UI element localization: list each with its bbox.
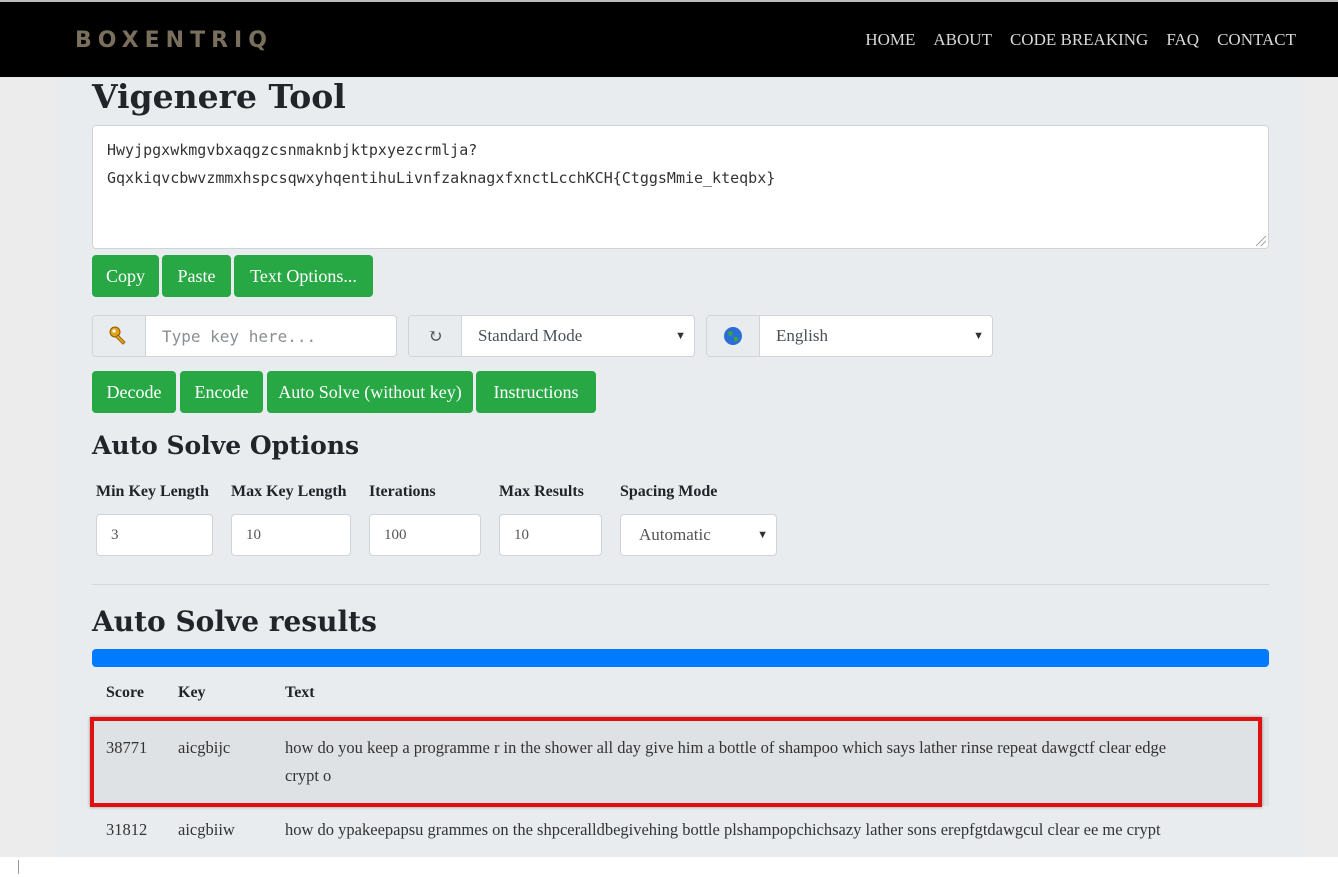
nav-about-link[interactable]: ABOUT [933, 30, 992, 50]
max-results-input[interactable]: 10 [499, 514, 602, 556]
chevron-down-icon: ▼ [973, 330, 984, 342]
column-header-key: Key [178, 684, 206, 701]
chevron-down-icon: ▼ [675, 330, 686, 342]
globe-icon [707, 316, 760, 356]
iterations-label: Iterations [369, 483, 436, 500]
nav-contact-link[interactable]: CONTACT [1217, 30, 1296, 50]
highlight-box [90, 717, 1262, 807]
decode-button[interactable]: Decode [92, 371, 176, 413]
copy-button[interactable]: Copy [92, 255, 159, 297]
main-nav: HOME ABOUT CODE BREAKING FAQ CONTACT [865, 30, 1296, 50]
column-header-text: Text [285, 684, 315, 701]
language-select-group: English ▼ [706, 315, 993, 357]
mode-select-value: Standard Mode [478, 326, 583, 345]
iterations-input[interactable]: 100 [369, 514, 481, 556]
progress-bar-fill [92, 649, 1269, 667]
max-key-length-input[interactable]: 10 [231, 514, 351, 556]
nav-code-breaking-link[interactable]: CODE BREAKING [1010, 30, 1148, 50]
progress-bar [92, 649, 1269, 667]
chevron-down-icon: ▼ [757, 529, 768, 541]
key-input-group: Type key here... [92, 315, 397, 357]
nav-faq-link[interactable]: FAQ [1166, 30, 1199, 50]
encode-button[interactable]: Encode [180, 371, 263, 413]
cipher-textarea[interactable]: Hwyjpgxwkmgvbxaqgzcsnmaknbjktpxyezcrmlja… [92, 125, 1269, 249]
result-text: how do ypakeepapsu grammes on the shpcer… [285, 820, 1161, 839]
mode-select[interactable]: Standard Mode ▼ [462, 316, 694, 356]
cipher-text-line-2: GqxkiqvcbwvzmmxhspcsqwxyhqentihuLivnfzak… [107, 169, 776, 187]
min-key-length-input[interactable]: 3 [96, 514, 213, 556]
language-select-value: English [776, 326, 828, 345]
bottom-strip [0, 857, 1338, 877]
paste-button[interactable]: Paste [162, 255, 231, 297]
nav-home-link[interactable]: HOME [865, 30, 915, 50]
page-title: Vigenere Tool [92, 77, 346, 116]
section-divider [92, 584, 1269, 585]
key-input[interactable]: Type key here... [146, 316, 396, 356]
max-key-length-label: Max Key Length [231, 483, 347, 500]
column-header-score: Score [106, 684, 144, 701]
instructions-button[interactable]: Instructions [476, 371, 596, 413]
spacing-mode-label: Spacing Mode [620, 483, 718, 500]
result-score: 31812 [106, 820, 148, 839]
brand-logo[interactable]: BOXENTRIQ [75, 28, 273, 53]
min-key-length-label: Min Key Length [96, 483, 209, 500]
resize-grip-icon[interactable] [1256, 236, 1266, 246]
auto-solve-button[interactable]: Auto Solve (without key) [267, 371, 473, 413]
text-cursor [18, 860, 19, 874]
key-icon [93, 316, 146, 356]
mode-select-group: ↻ Standard Mode ▼ [408, 315, 695, 357]
top-navbar: BOXENTRIQ HOME ABOUT CODE BREAKING FAQ C… [0, 0, 1338, 77]
language-select[interactable]: English ▼ [760, 316, 992, 356]
table-row[interactable]: 31812 aicgbiiw how do ypakeepapsu gramme… [92, 805, 1269, 865]
refresh-icon: ↻ [409, 316, 462, 356]
auto-solve-options-heading: Auto Solve Options [92, 431, 360, 460]
max-results-label: Max Results [499, 483, 584, 500]
spacing-mode-select[interactable]: Automatic ▼ [620, 514, 777, 556]
auto-solve-results-heading: Auto Solve results [92, 605, 377, 638]
cipher-text-line-1: Hwyjpgxwkmgvbxaqgzcsnmaknbjktpxyezcrmlja… [107, 141, 478, 159]
spacing-mode-value: Automatic [639, 525, 711, 544]
result-key: aicgbiiw [178, 820, 235, 839]
text-options-button[interactable]: Text Options... [234, 255, 373, 297]
